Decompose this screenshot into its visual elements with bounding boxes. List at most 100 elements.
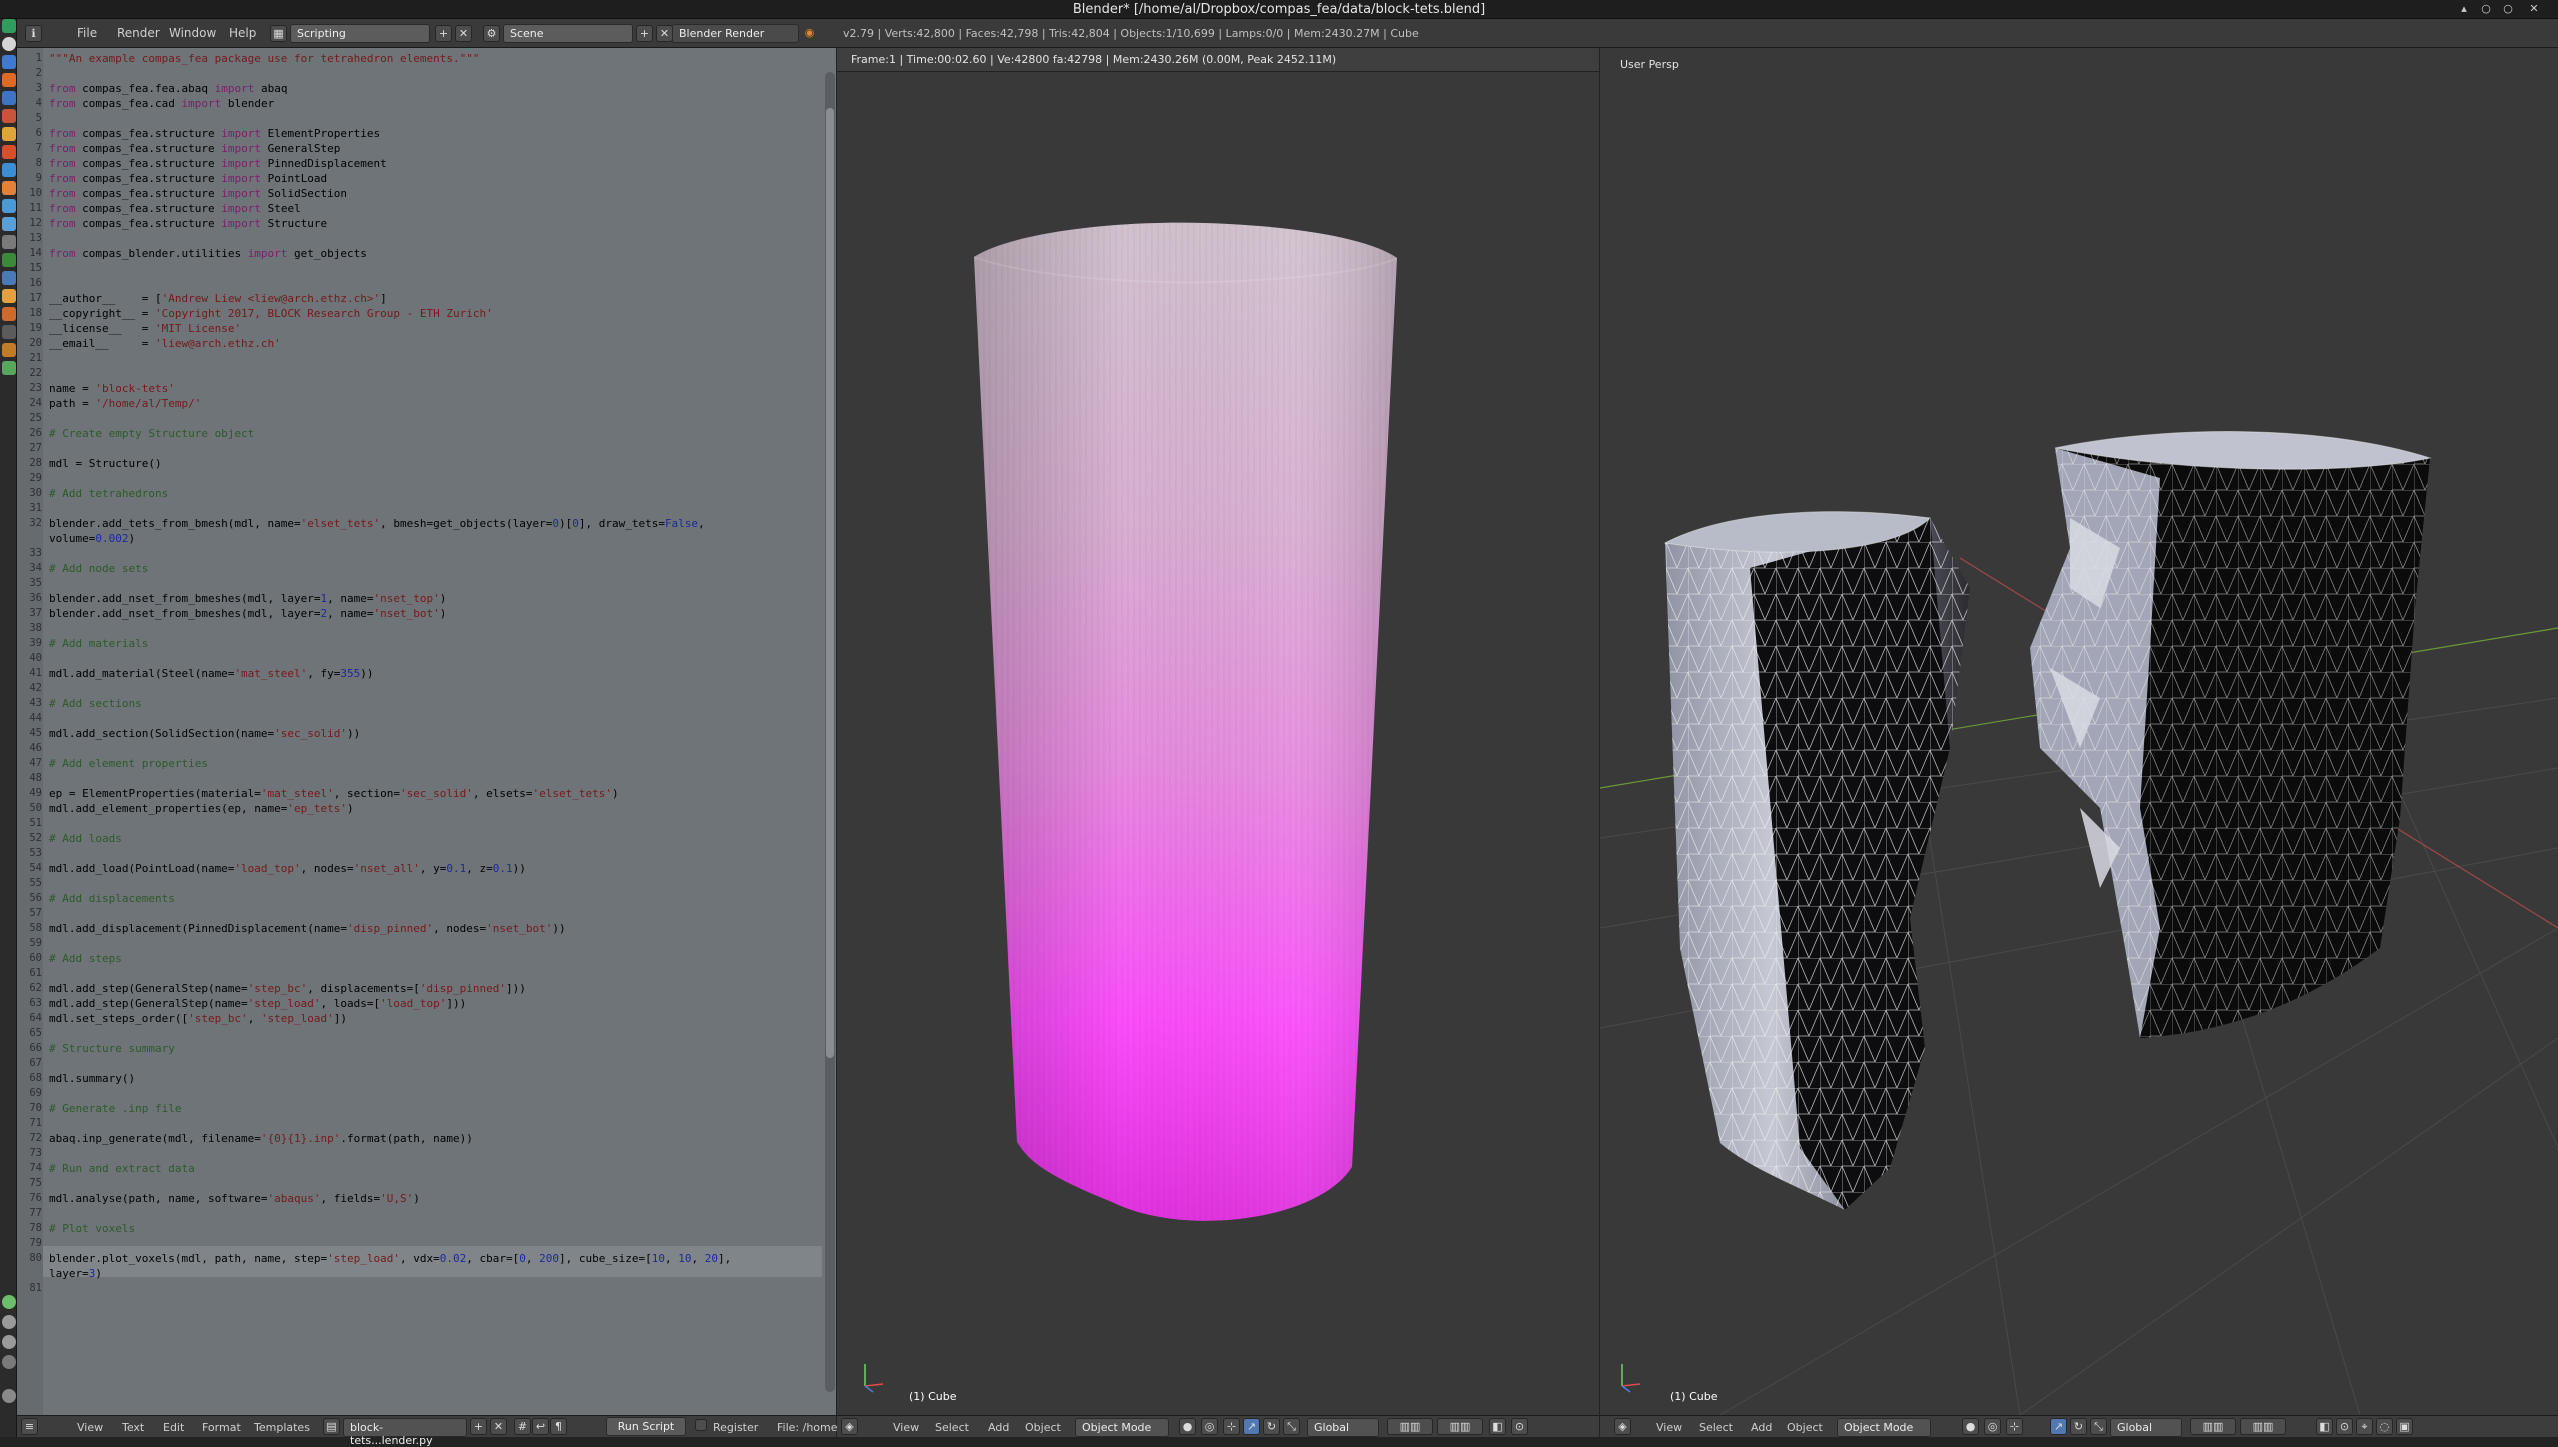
app-icon[interactable] <box>2 235 16 249</box>
lock-camera-icon[interactable]: ◧ <box>2316 1418 2333 1435</box>
code-line[interactable]: # Add materials <box>49 636 148 651</box>
code-line[interactable]: # Add node sets <box>49 561 148 576</box>
network-icon[interactable] <box>2 1295 16 1309</box>
layer-buttons-icon[interactable]: ▥▥ <box>1387 1418 1433 1435</box>
code-line[interactable]: from compas_fea.cad import blender <box>49 96 274 111</box>
viewport-shading-icon[interactable]: ● <box>1962 1418 1979 1435</box>
code-line[interactable]: # Add sections <box>49 696 142 711</box>
manipulator-icon[interactable]: ⊹ <box>2006 1418 2023 1435</box>
code-line[interactable]: # Add element properties <box>49 756 208 771</box>
volume-icon[interactable] <box>2 1355 16 1369</box>
app-icon[interactable] <box>2 289 16 303</box>
code-line[interactable]: # Add tetrahedrons <box>49 486 168 501</box>
add-scene-icon[interactable]: + <box>636 25 653 42</box>
editor-type-icon[interactable]: ◈ <box>841 1418 858 1435</box>
code-line[interactable]: # Generate .inp file <box>49 1101 181 1116</box>
app-icon[interactable] <box>2 361 16 375</box>
snap-icon[interactable]: ⊙ <box>2336 1418 2353 1435</box>
code-line[interactable]: __copyright__ = 'Copyright 2017, BLOCK R… <box>49 306 493 321</box>
layer-buttons-icon[interactable]: ▥▥ <box>2190 1418 2236 1435</box>
snap-target-icon[interactable]: ⌖ <box>2356 1418 2373 1435</box>
code-line[interactable]: # Add steps <box>49 951 122 966</box>
vp1-menu-view[interactable]: View <box>893 1421 919 1434</box>
remove-scene-icon[interactable]: ✕ <box>656 25 673 42</box>
code-line[interactable]: __license__ = 'MIT License' <box>49 321 241 336</box>
maximize-icon[interactable]: ○ <box>2502 3 2514 15</box>
vp2-menu-object[interactable]: Object <box>1787 1421 1823 1434</box>
text-menu-edit[interactable]: Edit <box>163 1421 184 1434</box>
app-icon[interactable] <box>2 271 16 285</box>
terminal-icon[interactable] <box>2 91 16 105</box>
files-icon[interactable] <box>2 55 16 69</box>
app-icon[interactable] <box>2 127 16 141</box>
code-line[interactable]: abaq.inp_generate(mdl, filename='{0}{1}.… <box>49 1131 473 1146</box>
text-filename-field[interactable]: block-tets...lender.py <box>343 1418 467 1447</box>
bluetooth-icon[interactable] <box>2 1315 16 1329</box>
screen-layout-select[interactable]: Scripting <box>290 24 430 43</box>
code-line[interactable]: from compas_fea.structure import PinnedD… <box>49 156 387 171</box>
vp2-menu-select[interactable]: Select <box>1699 1421 1733 1434</box>
settings-icon[interactable] <box>2 1389 16 1403</box>
app-icon[interactable] <box>2 325 16 339</box>
text-menu-view[interactable]: View <box>77 1421 103 1434</box>
code-line[interactable]: blender.add_nset_from_bmeshes(mdl, layer… <box>49 591 446 606</box>
code-line[interactable]: ep = ElementProperties(material='mat_ste… <box>49 786 619 801</box>
pivot-point-icon[interactable]: ◎ <box>1201 1418 1218 1435</box>
code-line[interactable]: __author__ = ['Andrew Liew <liew@arch.et… <box>49 291 387 306</box>
code-line[interactable]: mdl.add_step(GeneralStep(name='step_bc',… <box>49 981 526 996</box>
voxel-plot[interactable] <box>837 72 1599 1415</box>
code-line[interactable]: mdl.add_displacement(PinnedDisplacement(… <box>49 921 566 936</box>
firefox-icon[interactable] <box>2 73 16 87</box>
line-numbers-toggle-icon[interactable]: # <box>514 1418 531 1435</box>
vp1-menu-object[interactable]: Object <box>1025 1421 1061 1434</box>
app-icon[interactable] <box>2 181 16 195</box>
scene-select[interactable]: Scene <box>503 24 633 43</box>
layer-buttons-icon[interactable]: ▥▥ <box>1437 1418 1483 1435</box>
text-editor[interactable]: 1 """An example compas_fea package use fo… <box>17 48 836 1415</box>
minimize-icon[interactable]: ▴ <box>2458 3 2470 15</box>
text-menu-templates[interactable]: Templates <box>254 1421 310 1434</box>
code-line[interactable]: from compas_fea.fea.abaq import abaq <box>49 81 287 96</box>
editor-scrollbar-thumb[interactable] <box>826 108 834 1058</box>
code-area[interactable]: 1 """An example compas_fea package use fo… <box>17 48 836 1415</box>
code-line[interactable]: mdl.add_material(Steel(name='mat_steel',… <box>49 666 374 681</box>
code-line[interactable]: mdl.add_element_properties(ep, name='ep_… <box>49 801 354 816</box>
vp2-orientation-select[interactable]: Global <box>2110 1418 2182 1437</box>
code-line[interactable]: # Add displacements <box>49 891 175 906</box>
code-line[interactable]: from compas_fea.structure import General… <box>49 141 340 156</box>
vp2-menu-add[interactable]: Add <box>1751 1421 1772 1434</box>
new-text-icon[interactable]: + <box>470 1418 487 1435</box>
code-line[interactable]: volume=0.002) <box>49 531 135 546</box>
lock-camera-icon[interactable]: ◧ <box>1489 1418 1506 1435</box>
code-line[interactable]: # Create empty Structure object <box>49 426 254 441</box>
code-line[interactable]: mdl.set_steps_order(['step_bc', 'step_lo… <box>49 1011 347 1026</box>
app-icon[interactable] <box>2 145 16 159</box>
code-line[interactable]: mdl.add_section(SolidSection(name='sec_s… <box>49 726 360 741</box>
code-line[interactable]: # Run and extract data <box>49 1161 195 1176</box>
restore-icon[interactable]: ○ <box>2480 3 2492 15</box>
blender-icon[interactable] <box>2 307 16 321</box>
menu-file[interactable]: File <box>77 26 97 40</box>
run-script-button[interactable]: Run Script <box>606 1417 686 1436</box>
wifi-icon[interactable] <box>2 1335 16 1349</box>
scale-manipulator-icon[interactable]: ⤡ <box>1283 1418 1300 1435</box>
text-datablock-icon[interactable]: ▤ <box>323 1418 340 1435</box>
add-screen-icon[interactable]: + <box>435 25 452 42</box>
launcher-app-icon[interactable] <box>2 19 16 33</box>
mesh-viewport-canvas[interactable] <box>1600 48 2558 1415</box>
code-line[interactable]: __email__ = 'liew@arch.ethz.ch' <box>49 336 281 351</box>
app-icon[interactable] <box>2 253 16 267</box>
unlink-text-icon[interactable]: ✕ <box>490 1418 507 1435</box>
code-line[interactable]: mdl = Structure() <box>49 456 162 471</box>
render-engine-select[interactable]: Blender Render <box>672 24 799 43</box>
code-line[interactable]: from compas_fea.structure import PointLo… <box>49 171 327 186</box>
code-line[interactable]: blender.add_nset_from_bmeshes(mdl, layer… <box>49 606 446 621</box>
editor-type-icon[interactable]: ◈ <box>1614 1418 1631 1435</box>
vp1-menu-add[interactable]: Add <box>988 1421 1009 1434</box>
code-line[interactable]: # Add loads <box>49 831 122 846</box>
code-line[interactable]: mdl.analyse(path, name, software='abaqus… <box>49 1191 420 1206</box>
code-line[interactable]: blender.plot_voxels(mdl, path, name, ste… <box>49 1251 731 1266</box>
chrome-icon[interactable] <box>2 37 16 51</box>
code-line[interactable]: blender.add_tets_from_bmesh(mdl, name='e… <box>49 516 705 531</box>
code-line[interactable]: mdl.add_step(GeneralStep(name='step_load… <box>49 996 466 1011</box>
